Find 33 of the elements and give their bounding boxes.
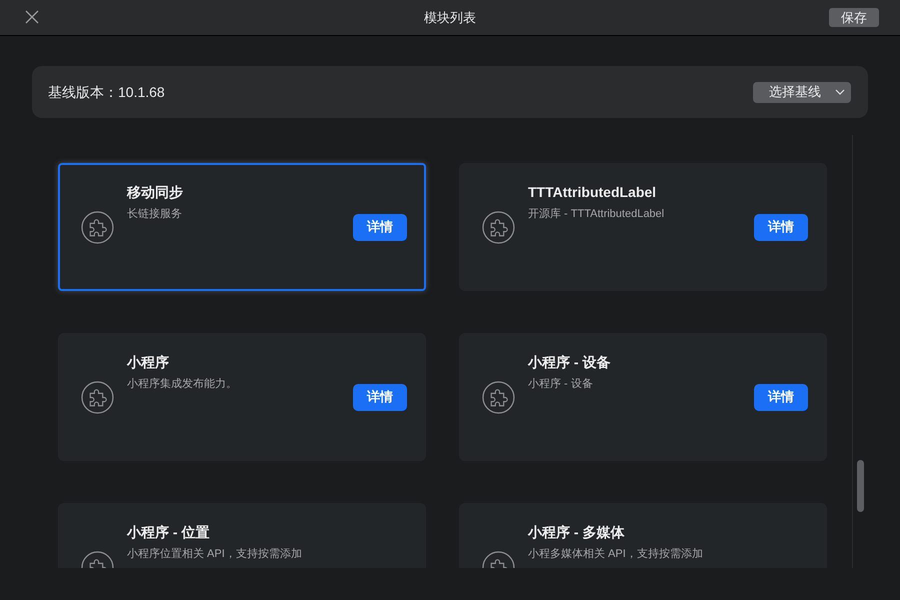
module-title: 小程序 - 位置 <box>127 523 210 542</box>
module-description: 小程序位置相关 API，支持按需添加 <box>127 546 303 562</box>
select-baseline-dropdown[interactable]: 选择基线 <box>753 82 851 102</box>
module-card[interactable]: 小程序 - 设备 小程序 - 设备 详情 <box>459 333 827 461</box>
module-description: 长链接服务 <box>127 206 183 222</box>
module-title: 移动同步 <box>127 183 184 202</box>
close-icon[interactable] <box>25 10 39 24</box>
scrollbar-thumb[interactable] <box>857 460 864 512</box>
module-title: 小程序 - 多媒体 <box>528 523 626 542</box>
module-card[interactable]: 小程序 小程序集成发布能力。 详情 <box>58 333 426 461</box>
save-button[interactable]: 保存 <box>829 8 879 27</box>
details-button[interactable]: 详情 <box>353 214 407 240</box>
details-button[interactable]: 详情 <box>754 384 808 410</box>
module-card[interactable]: TTTAttributedLabel 开源库 - TTTAttributedLabel 详情 <box>459 163 827 291</box>
module-description: 小程序集成发布能力。 <box>127 376 238 392</box>
puzzle-icon <box>482 210 515 244</box>
module-card[interactable]: 小程序 - 位置 小程序位置相关 API，支持按需添加 <box>58 503 426 568</box>
chevron-down-icon <box>835 89 845 95</box>
details-button[interactable]: 详情 <box>353 384 407 410</box>
details-button[interactable]: 详情 <box>754 214 808 240</box>
baseline-version: 基线版本：10.1.68 <box>48 82 165 102</box>
module-title: 小程序 <box>127 353 170 372</box>
module-card[interactable]: 移动同步 长链接服务 详情 <box>58 163 426 291</box>
window-title: 模块列表 <box>424 8 476 27</box>
module-description: 小程序 - 设备 <box>528 376 594 392</box>
puzzle-icon <box>81 380 114 414</box>
puzzle-icon <box>81 210 114 244</box>
module-description: 小程多媒体相关 API，支持按需添加 <box>528 546 704 562</box>
module-description: 开源库 - TTTAttributedLabel <box>528 206 666 222</box>
module-card[interactable]: 小程序 - 多媒体 小程多媒体相关 API，支持按需添加 <box>459 503 827 568</box>
puzzle-icon <box>482 380 515 414</box>
module-title: TTTAttributedLabel <box>528 183 658 202</box>
module-title: 小程序 - 设备 <box>528 353 612 372</box>
